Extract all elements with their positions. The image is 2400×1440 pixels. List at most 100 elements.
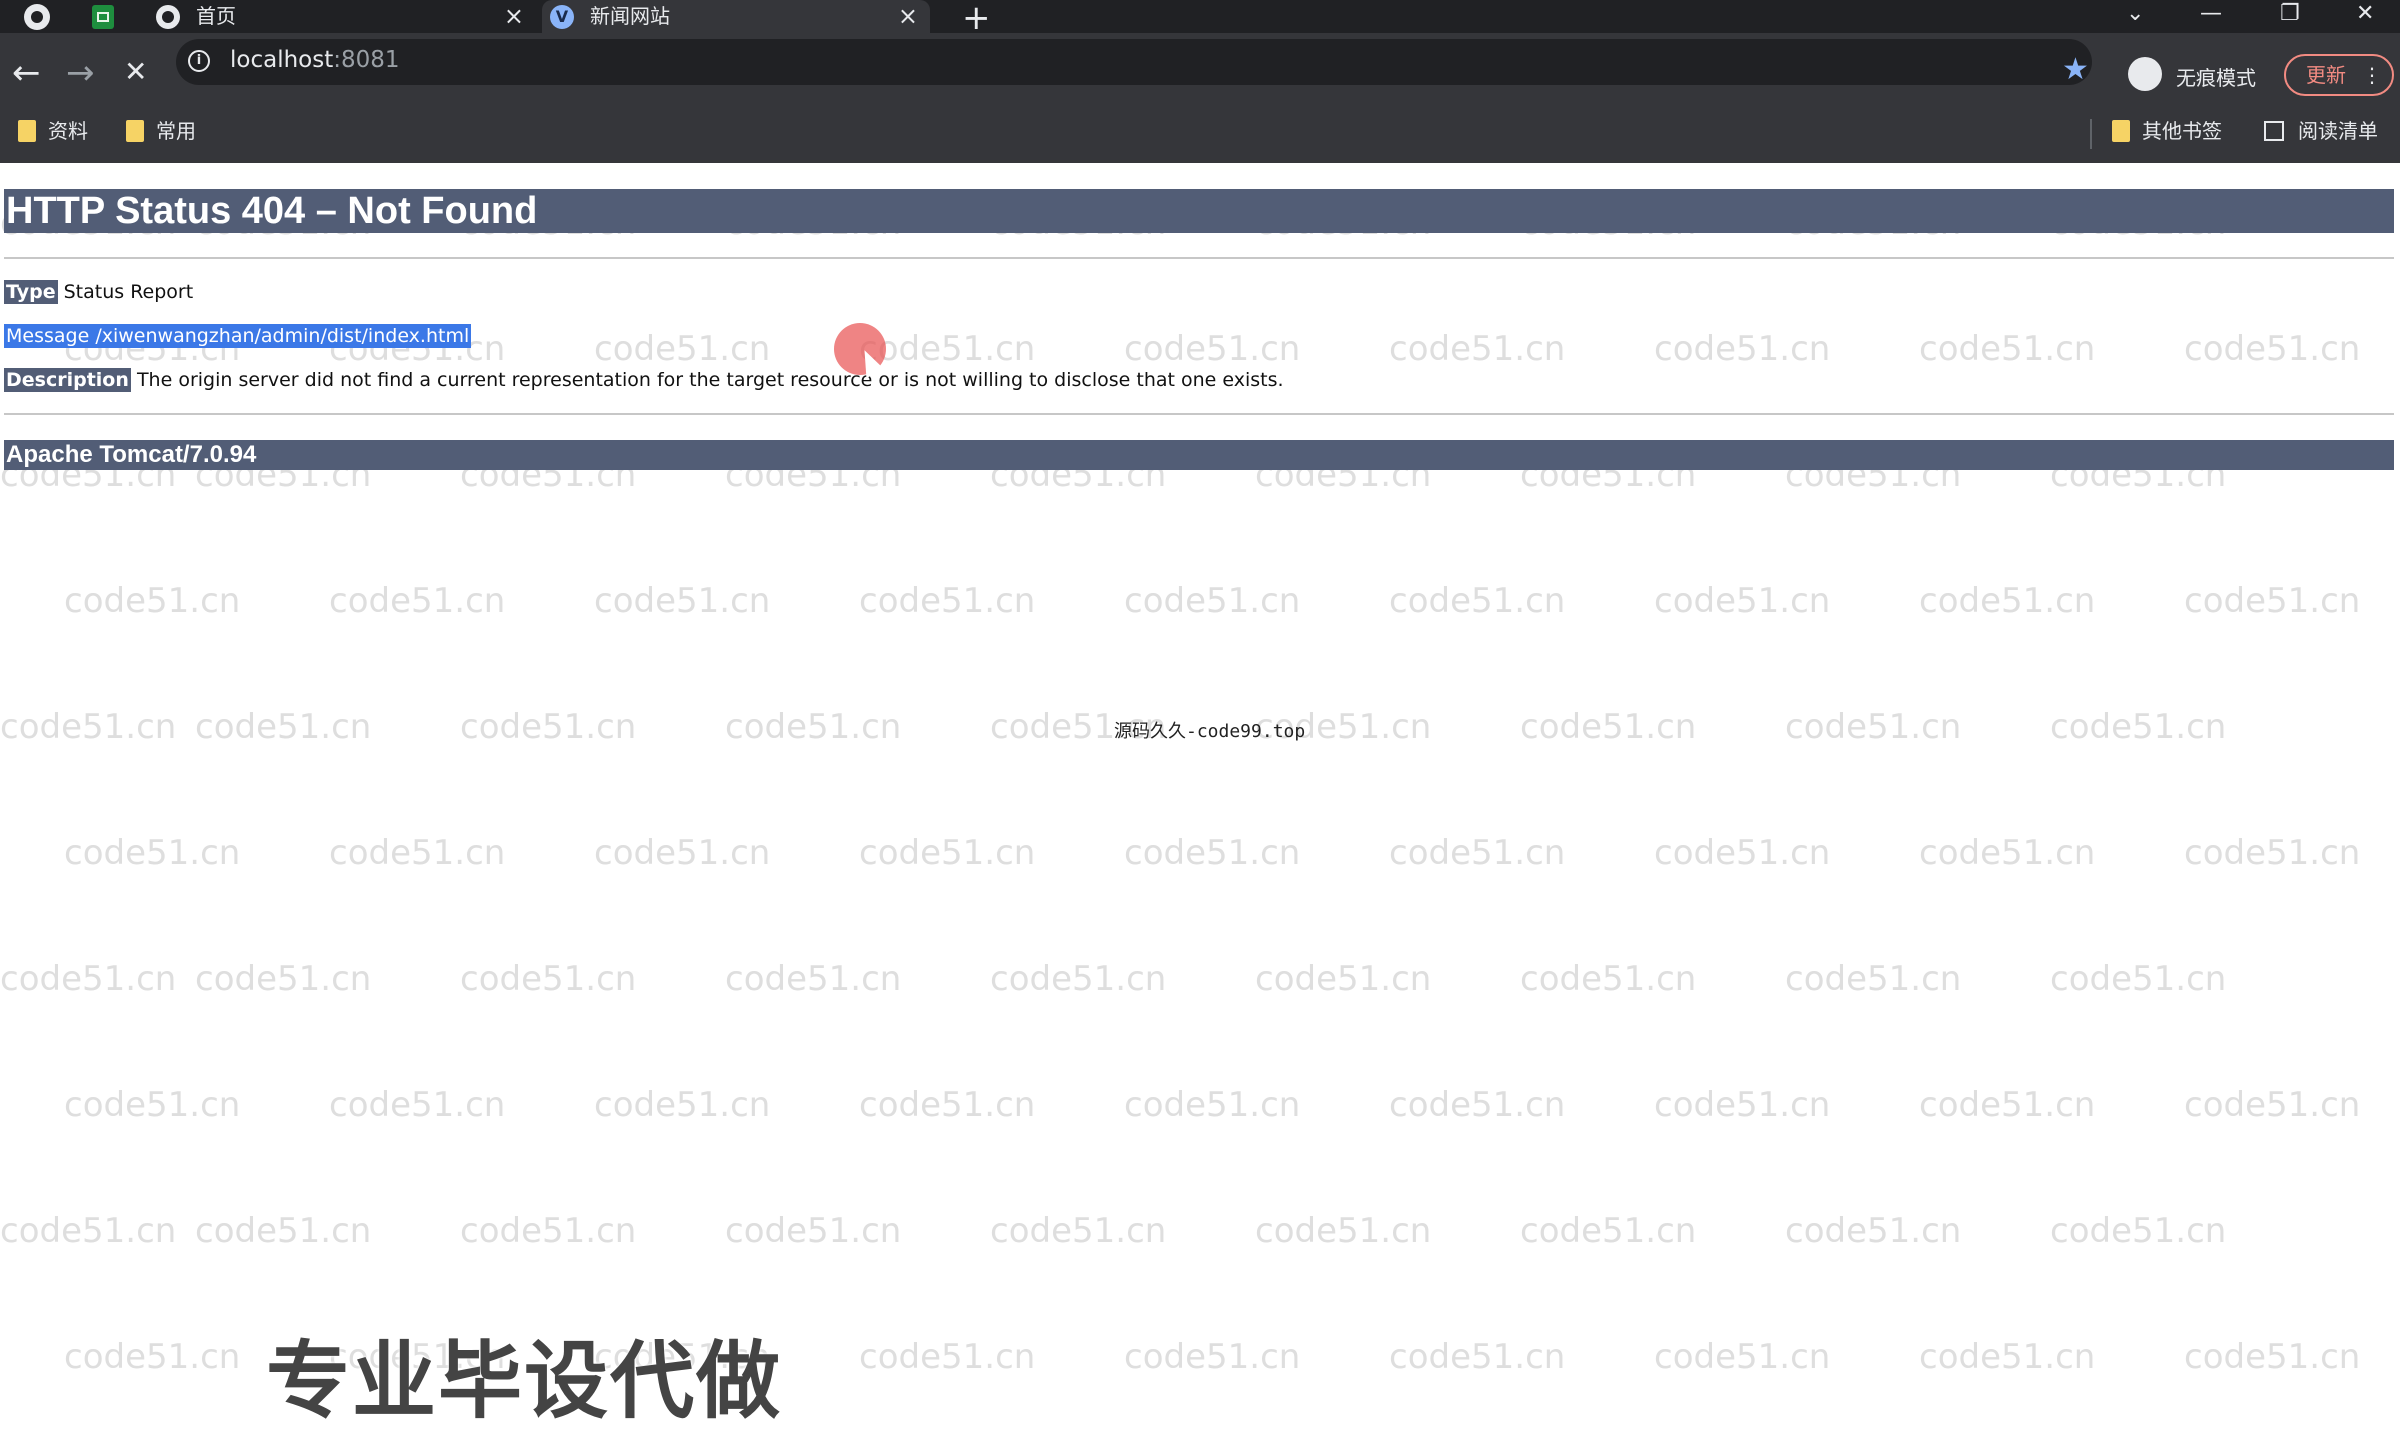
watermark-text: code51.cn [2184,581,2361,621]
reading-list[interactable]: 阅读清单 [2264,113,2378,163]
watermark-text: code51.cn [1389,581,1566,621]
watermark-text: code51.cn [64,1337,241,1377]
watermark-text: code51.cn [0,959,177,999]
watermark-text: code51.cn [2050,707,2227,747]
watermark-text: code51.cn [725,959,902,999]
back-button[interactable]: ← [12,53,41,93]
divider [4,413,2394,415]
tab-search-dropdown-icon[interactable]: ⌄ [2126,0,2144,28]
message-row: Message /xiwenwangzhan/admin/dist/index.… [4,324,472,348]
watermark-text: code51.cn [1654,581,1831,621]
menu-dots-icon[interactable]: ⋮ [2362,56,2382,94]
watermark-text: code51.cn [594,329,771,369]
watermark-text: code51.cn [64,833,241,873]
watermark-text: code51.cn [1520,707,1697,747]
tab-strip: 首页 × V 新闻网站 × + ⌄ — ❐ ✕ [0,0,2400,38]
watermark-text: code51.cn [460,707,637,747]
divider [4,257,2394,259]
watermark-text: code51.cn [329,833,506,873]
watermark-text: code51.cn [1919,1085,2096,1125]
watermark-text: code51.cn [2050,1211,2227,1251]
watermark-text: code51.cn [2184,1337,2361,1377]
bookmark-folder-changyong[interactable]: 常用 [126,113,196,163]
page-title: HTTP Status 404 – Not Found [6,190,538,232]
watermark-text: code51.cn [1389,833,1566,873]
folder-icon [2112,120,2130,142]
reading-list-icon [2264,121,2284,141]
watermark-text: code51.cn [859,1337,1036,1377]
watermark-text: code51.cn [859,833,1036,873]
watermark-text: code51.cn [64,1085,241,1125]
watermark-text: code51.cn [1124,1337,1301,1377]
watermark-text: code51.cn [1654,1085,1831,1125]
folder-icon [18,120,36,142]
watermark-text: code51.cn [1785,1211,1962,1251]
bookmarks-bar: 资料 常用 其他书签 阅读清单 [0,113,2400,163]
bookmark-folder-ziliao[interactable]: 资料 [18,113,88,163]
site-info-icon[interactable]: i [188,50,210,72]
watermark-text: code51.cn [460,959,637,999]
watermark-text: code51.cn [1919,1337,2096,1377]
description-label: Description [4,368,131,392]
incognito-icon[interactable] [2128,57,2162,91]
spreadsheet-pinned-tab-icon[interactable] [92,5,114,29]
description-row: Description The origin server did not fi… [4,368,1284,392]
watermark-text: code51.cn [1255,959,1432,999]
watermark-text: code51.cn [1389,1085,1566,1125]
watermark-text: code51.cn [195,959,372,999]
address-bar[interactable]: i localhost:8081 [176,39,2092,85]
watermark-text: code51.cn [859,581,1036,621]
tab-close-icon[interactable]: × [504,0,524,33]
watermark-text: code51.cn [990,959,1167,999]
restore-button[interactable]: ❐ [2280,0,2300,28]
watermark-text: code51.cn [1919,329,2096,369]
watermark-text: code51.cn [1255,1211,1432,1251]
other-bookmarks[interactable]: 其他书签 [2112,113,2222,163]
window-close-button[interactable]: ✕ [2356,0,2374,28]
watermark-text: code51.cn [1654,833,1831,873]
bookmark-star-icon[interactable]: ★ [2062,52,2089,87]
browser-profile-icon[interactable] [24,4,50,30]
watermark-text: code51.cn [1520,959,1697,999]
type-value: Status Report [63,281,194,303]
type-label: Type [4,280,58,304]
watermark-text: code51.cn [195,1211,372,1251]
error-heading-bar: HTTP Status 404 – Not Found [4,189,2394,233]
promo-banner-text: 专业毕设代做 [266,1332,783,1430]
watermark-text: code51.cn [64,581,241,621]
tab-title: 新闻网站 [590,4,670,28]
tab-news-site[interactable]: V 新闻网站 × [542,0,930,33]
watermark-text: code51.cn [1124,329,1301,369]
watermark-text: code51.cn [1785,959,1962,999]
watermark-text: code51.cn [594,1085,771,1125]
watermark-text: code51.cn [2184,1085,2361,1125]
forward-button[interactable]: → [66,53,95,93]
url-text[interactable]: localhost:8081 [230,47,400,73]
watermark-text: code51.cn [329,581,506,621]
watermark-text: code51.cn [460,1211,637,1251]
watermark-text: code51.cn [0,707,177,747]
incognito-label[interactable]: 无痕模式 [2176,62,2256,91]
watermark-text: code51.cn [2050,959,2227,999]
watermark-text: code51.cn [1124,581,1301,621]
watermark-text: code51.cn [1124,833,1301,873]
watermark-text: code51.cn [0,1211,177,1251]
watermark-text: code51.cn [859,1085,1036,1125]
tab-close-icon[interactable]: × [898,0,918,33]
server-version: Apache Tomcat/7.0.94 [6,441,257,468]
watermark-text: code51.cn [2184,329,2361,369]
bookmarks-divider [2090,119,2092,149]
update-label: 更新 [2306,63,2346,87]
server-footer-bar: Apache Tomcat/7.0.94 [4,440,2394,470]
watermark-text: code51.cn [1124,1085,1301,1125]
tab-home[interactable]: 首页 × [148,0,536,33]
watermark-text: code51.cn [725,1211,902,1251]
folder-icon [126,120,144,142]
type-row: Type Status Report [4,280,194,304]
update-button[interactable]: 更新 ⋮ [2284,54,2394,96]
selected-message-text[interactable]: Message /xiwenwangzhan/admin/dist/index.… [4,324,472,348]
stop-loading-button[interactable]: ✕ [124,55,147,88]
watermark-text: code51.cn [990,1211,1167,1251]
minimize-button[interactable]: — [2200,0,2222,28]
watermark-text: code51.cn [1785,707,1962,747]
